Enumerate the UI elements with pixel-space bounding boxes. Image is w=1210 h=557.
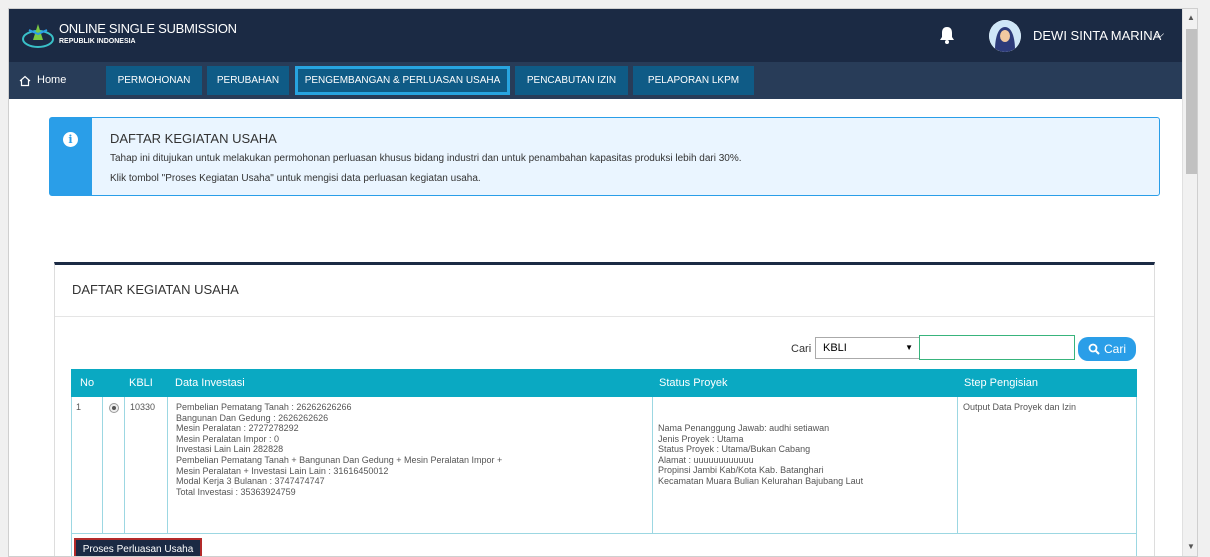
investasi-line: Pembelian Pematang Tanah : 26262626266 [176, 402, 352, 412]
nav-home-label: Home [37, 74, 67, 86]
info-strip: i [50, 118, 92, 195]
col-data-investasi: Data Investasi [175, 377, 245, 389]
app-window: ONLINE SINGLE SUBMISSION REPUBLIK INDONE… [8, 8, 1198, 557]
nav-home[interactable]: Home [19, 67, 66, 94]
scroll-thumb[interactable] [1186, 29, 1197, 174]
row-status-proyek: Nama Penanggung Jawab: audhi setiawan Je… [658, 423, 863, 487]
proses-perluasan-button[interactable]: Proses Perluasan Usaha [74, 538, 202, 556]
search-button-label: Cari [1103, 342, 1126, 356]
search-icon [1088, 343, 1100, 355]
nav-item-pengembangan[interactable]: PENGEMBANGAN & PERLUASAN USAHA [295, 66, 510, 95]
info-alert: i DAFTAR KEGIATAN USAHA Tahap ini dituju… [49, 117, 1160, 196]
investasi-line: Bangunan Dan Gedung : 2626262626 [176, 412, 329, 423]
status-line: Nama Penanggung Jawab: audhi setiawan [658, 423, 830, 433]
investasi-line: Total Investasi : 35363924759 [176, 486, 296, 497]
row-kbli: 10330 [130, 402, 156, 412]
col-status-proyek: Status Proyek [659, 377, 728, 389]
investasi-line: Mesin Peralatan : 2727278292 [176, 423, 299, 434]
info-icon: i [63, 132, 78, 147]
table-row[interactable]: 1 10330 Pembelian Pematang Tanah : 26262… [71, 397, 1137, 534]
brand-title: ONLINE SINGLE SUBMISSION [59, 21, 237, 36]
row-step-pengisian: Output Data Proyek dan Izin [963, 402, 1077, 412]
nav-item-perubahan[interactable]: PERUBAHAN [207, 66, 289, 95]
row-no: 1 [76, 402, 82, 412]
search-input[interactable] [919, 335, 1075, 360]
info-title: DAFTAR KEGIATAN USAHA [110, 131, 277, 146]
main-nav: Home PERMOHONAN PERUBAHAN PENGEMBANGAN &… [9, 62, 1197, 99]
info-line-1: Tahap ini ditujukan untuk melakukan perm… [110, 153, 742, 164]
investasi-line: Modal Kerja 3 Bulanan : 3747474747 [176, 476, 325, 487]
scroll-down-icon[interactable]: ▼ [1187, 542, 1195, 551]
table-header: No KBLI Data Investasi Status Proyek Ste… [71, 369, 1137, 397]
kegiatan-panel: DAFTAR KEGIATAN USAHA Cari KBLI ▼ Cari N… [54, 262, 1155, 556]
divider [55, 316, 1154, 317]
search-field-select[interactable]: KBLI ▼ [815, 337, 920, 359]
panel-title: DAFTAR KEGIATAN USAHA [72, 282, 239, 297]
info-line-2: Klik tombol "Proses Kegiatan Usaha" untu… [110, 173, 481, 184]
scroll-up-icon[interactable]: ▲ [1187, 13, 1195, 22]
row-data-investasi: Pembelian Pematang Tanah : 26262626266 B… [176, 402, 502, 497]
page-scrollbar[interactable]: ▲ ▼ [1182, 9, 1197, 556]
row-select-radio[interactable] [109, 403, 119, 413]
nav-item-pencabutan-izin[interactable]: PENCABUTAN IZIN [515, 66, 628, 95]
investasi-line: Mesin Peralatan Impor : 0 [176, 433, 280, 444]
status-line: Jenis Proyek : Utama [658, 433, 744, 444]
investasi-line: Pembelian Pematang Tanah + Bangunan Dan … [176, 454, 503, 465]
avatar[interactable] [989, 20, 1021, 52]
status-line: Kecamatan Muara Bulian Kelurahan Bajuban… [658, 475, 864, 486]
status-line: Alamat : uuuuuuuuuuuu [658, 454, 754, 465]
search-button[interactable]: Cari [1078, 337, 1136, 361]
col-no: No [80, 377, 95, 389]
chevron-down-icon[interactable]: ⌵ [1155, 27, 1164, 42]
bell-icon[interactable] [937, 25, 957, 45]
nav-item-permohonan[interactable]: PERMOHONAN [106, 66, 202, 95]
status-line: Status Proyek : Utama/Bukan Cabang [658, 444, 811, 455]
search-field-value: KBLI [823, 342, 847, 354]
col-kbli: KBLI [129, 377, 153, 389]
investasi-line: Investasi Lain Lain 282828 [176, 444, 284, 455]
top-header: ONLINE SINGLE SUBMISSION REPUBLIK INDONE… [9, 9, 1197, 62]
table-footer: Proses Perluasan Usaha [71, 534, 1137, 556]
user-name[interactable]: DEWI SINTA MARINA [1033, 28, 1161, 43]
investasi-line: Mesin Peralatan + Investasi Lain Lain : … [176, 465, 389, 476]
dropdown-arrow-icon: ▼ [905, 343, 913, 352]
search-label: Cari [791, 343, 812, 355]
status-line: Propinsi Jambi Kab/Kota Kab. Batanghari [658, 465, 824, 476]
home-icon [19, 75, 31, 86]
oss-logo-icon[interactable] [21, 20, 55, 50]
col-step-pengisian: Step Pengisian [964, 377, 1038, 389]
brand-subtitle: REPUBLIK INDONESIA [59, 38, 136, 45]
nav-item-pelaporan-lkpm[interactable]: PELAPORAN LKPM [633, 66, 754, 95]
